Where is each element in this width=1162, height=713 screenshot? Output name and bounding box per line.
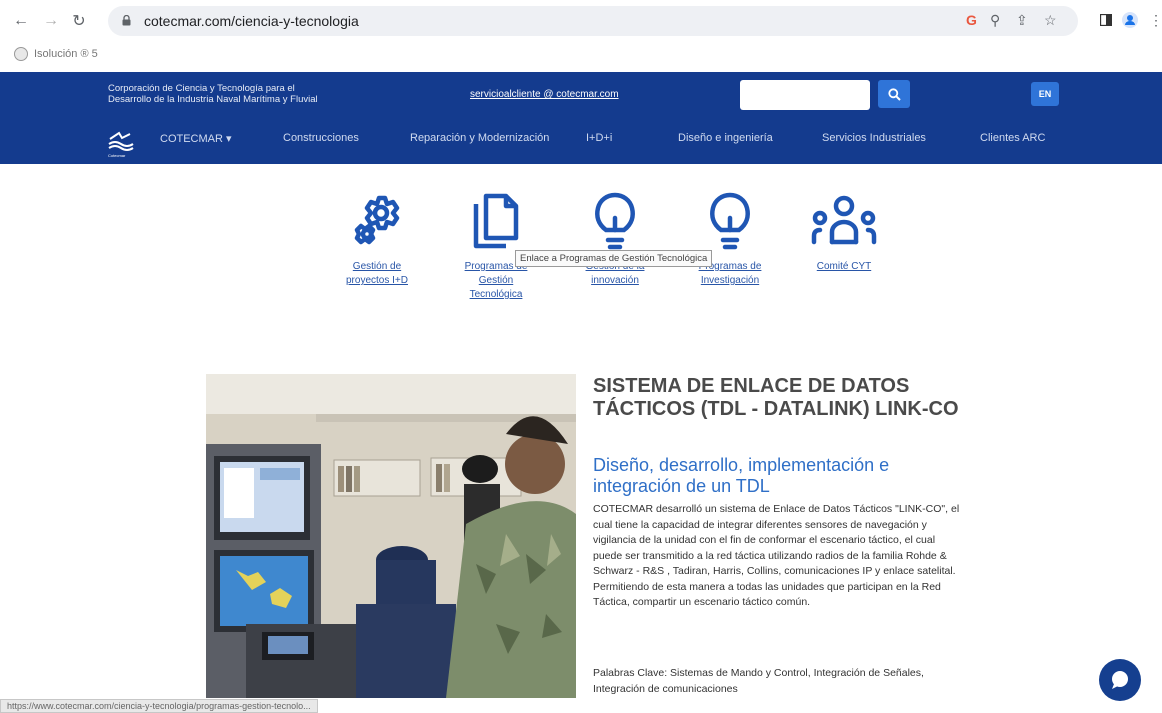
forward-arrow-icon[interactable]: → — [38, 8, 64, 34]
profile-icon[interactable] — [1120, 10, 1140, 30]
bookmarks-bar: Isolución ® 5 — [0, 42, 1162, 70]
menu-item-reparacion[interactable]: Reparación y Modernización — [410, 132, 549, 144]
reload-icon[interactable]: ↻ — [66, 8, 92, 34]
menu-item-diseno[interactable]: Diseño e ingeniería — [678, 132, 773, 144]
customer-service-email-link[interactable]: servicioalcliente @ cotecmar.com — [470, 89, 619, 100]
article-photo — [206, 374, 576, 698]
feature-programas-gestion-tecnologica[interactable]: Programas de Gestión Tecnológica — [446, 190, 546, 302]
more-menu-icon[interactable]: ⋮ — [1146, 10, 1162, 30]
gear-icon — [354, 195, 400, 245]
chat-button[interactable] — [1099, 659, 1141, 701]
cotecmar-logo[interactable]: Cotecmar — [106, 129, 136, 158]
logo-caption: Cotecmar — [108, 153, 126, 158]
menu-item-clientes-arc[interactable]: Clientes ARC — [980, 132, 1045, 144]
sidebar-icon[interactable] — [1096, 10, 1116, 30]
link-tooltip: Enlace a Programas de Gestión Tecnológic… — [515, 250, 713, 267]
article-body: COTECMAR desarrolló un sistema de Enlace… — [593, 503, 960, 608]
lightbulb-icon — [710, 192, 750, 250]
link-status-bar: https://www.cotecmar.com/ciencia-y-tecno… — [0, 699, 318, 713]
article-keywords: Palabras Clave: Sistemas de Mando y Cont… — [593, 667, 924, 695]
bookmark-star-icon[interactable]: ☆ — [1044, 12, 1057, 29]
menu-item-construcciones[interactable]: Construcciones — [283, 132, 359, 144]
feature-gestion-innovacion[interactable]: Gestión de la innovación — [565, 190, 665, 288]
language-button[interactable]: EN — [1031, 82, 1059, 106]
bookmark-isolucion[interactable]: Isolución ® 5 — [14, 47, 98, 61]
lock-icon — [122, 15, 131, 26]
menu-item-cotecmar[interactable]: COTECMAR ▾ — [160, 132, 232, 145]
feature-label[interactable]: Gestión de proyectos I+D — [346, 260, 408, 288]
search-icon — [887, 87, 901, 101]
operators-at-console-image — [206, 374, 576, 698]
menu-item-idi[interactable]: I+D+i — [586, 132, 612, 144]
bookmark-favicon-icon — [14, 47, 28, 61]
back-arrow-icon[interactable]: ← — [8, 8, 34, 34]
search-input[interactable] — [740, 80, 870, 110]
url-text: cotecmar.com/ciencia-y-tecnologia — [144, 13, 359, 29]
feature-comite-cyt[interactable]: Comité CYT — [794, 190, 894, 274]
google-icon[interactable]: G — [966, 12, 977, 28]
bookmark-label: Isolución ® 5 — [34, 48, 98, 60]
search-button[interactable] — [878, 80, 910, 108]
address-bar[interactable]: cotecmar.com/ciencia-y-tecnologia G ⚲ ⇪ … — [108, 6, 1078, 36]
documents-icon — [473, 193, 519, 249]
article-subtitle: Diseño, desarrollo, implementación e int… — [593, 455, 890, 496]
chat-bubble-icon — [1112, 671, 1128, 689]
people-icon — [811, 195, 877, 245]
share-icon[interactable]: ⇪ — [1016, 12, 1028, 29]
zoom-icon[interactable]: ⚲ — [990, 12, 1000, 29]
browser-toolbar: ← → ↻ cotecmar.com/ciencia-y-tecnologia … — [0, 0, 1162, 42]
site-header: Corporación de Ciencia y Tecnología para… — [0, 72, 1162, 164]
feature-label[interactable]: Comité CYT — [817, 260, 871, 274]
lightbulb-icon — [595, 192, 635, 250]
feature-gestion-proyectos[interactable]: Gestión de proyectos I+D — [327, 190, 427, 288]
menu-item-servicios[interactable]: Servicios Industriales — [822, 132, 926, 144]
article-title: SISTEMA DE ENLACE DE DATOS TÁCTICOS (TDL… — [593, 375, 959, 420]
feature-programas-investigacion[interactable]: Programas de Investigación — [680, 190, 780, 288]
corporation-name: Corporación de Ciencia y Tecnología para… — [108, 83, 318, 105]
